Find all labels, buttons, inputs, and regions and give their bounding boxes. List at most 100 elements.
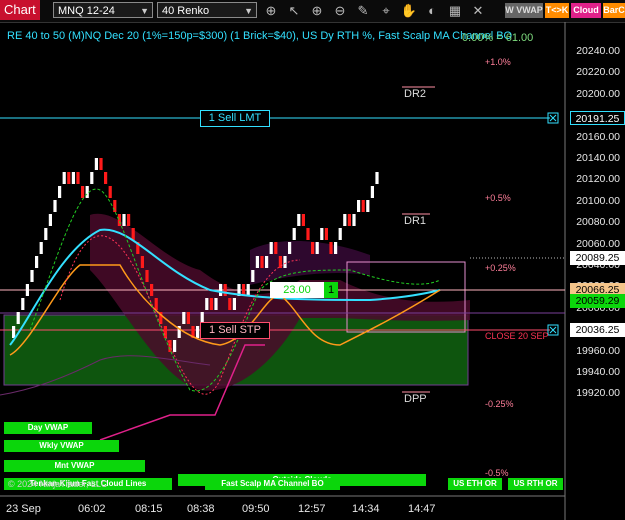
bear-brick — [163, 326, 167, 338]
sell-lmt-price-tag: 20191.25 — [570, 111, 625, 125]
sell-stp-price-tag: 20036.25 — [570, 323, 625, 337]
magnify-out-icon[interactable]: ⊖ — [331, 2, 349, 19]
grid-icon[interactable]: ▦ — [446, 2, 464, 19]
bull-brick — [16, 312, 20, 324]
x-tick: 08:38 — [187, 503, 215, 515]
bull-brick — [94, 158, 98, 170]
copyright-text: © 2024 NinjaTrader, LLC — [8, 479, 108, 489]
bear-brick — [274, 242, 278, 254]
percent-label: +0.5% — [485, 193, 511, 203]
bear-brick — [329, 242, 333, 254]
bear-brick — [81, 186, 85, 198]
x-tick: 09:50 — [242, 503, 270, 515]
bull-brick — [48, 214, 52, 226]
y-tick: 20200.00 — [576, 87, 620, 100]
y-tick: 19960.00 — [576, 344, 620, 357]
bull-brick — [25, 284, 29, 296]
percent-label: -0.25% — [485, 399, 514, 409]
bull-brick — [343, 214, 347, 226]
x-tick: 12:57 — [298, 503, 326, 515]
chart-menu-button[interactable]: Chart — [0, 0, 40, 20]
sell-stp-order[interactable]: 1 Sell STP — [200, 322, 270, 339]
hide-icon[interactable]: ◐ — [423, 2, 441, 19]
toolbar: Chart MNQ 12-24 ▼ 40 Renko ▼ ⊕ ↖ ⊕ ⊖ ✎ ⌖… — [0, 0, 625, 23]
bear-brick — [67, 172, 71, 184]
bear-brick — [104, 172, 108, 184]
percent-label: -0.5% — [485, 468, 509, 478]
bull-brick — [265, 256, 269, 268]
y-tick: 20060.00 — [576, 237, 620, 250]
bull-brick — [366, 200, 370, 212]
bear-brick — [228, 298, 232, 310]
bull-brick — [53, 200, 57, 212]
position-qty[interactable]: 1 — [324, 282, 338, 298]
bull-brick — [219, 284, 223, 296]
sell-lmt-order[interactable]: 1 Sell LMT — [200, 110, 270, 127]
y-tick: 20160.00 — [576, 130, 620, 143]
bear-brick — [99, 158, 103, 170]
bear-brick — [76, 172, 80, 184]
bear-brick — [140, 256, 144, 268]
x-tick: 08:15 — [135, 503, 163, 515]
wkly-vwap-label: Wkly VWAP — [4, 440, 119, 452]
x-tick: 14:47 — [408, 503, 436, 515]
indicators-icon[interactable]: ✕ — [469, 2, 487, 19]
bull-brick — [338, 228, 342, 240]
bear-brick — [186, 312, 190, 324]
percent-label: +1.0% — [485, 57, 511, 67]
chevron-down-icon: ▼ — [244, 6, 253, 16]
hand-icon[interactable]: ✋ — [400, 2, 418, 19]
bear-brick — [154, 298, 158, 310]
bull-brick — [246, 284, 250, 296]
bear-brick — [223, 284, 227, 296]
bull-brick — [35, 256, 39, 268]
bull-brick — [196, 326, 200, 338]
instrument-selector[interactable]: MNQ 12-24 ▼ — [53, 2, 153, 18]
pointer-icon[interactable]: ↖ — [285, 2, 303, 19]
dr2-label: DR2 — [404, 88, 427, 100]
bear-brick — [260, 256, 264, 268]
bull-brick — [182, 312, 186, 324]
barc-button[interactable]: BarC — [603, 3, 625, 18]
measure-icon[interactable]: ⌖ — [377, 2, 395, 19]
bull-brick — [297, 214, 301, 226]
bull-brick — [375, 172, 379, 184]
bear-brick — [108, 186, 112, 198]
bear-brick — [209, 298, 213, 310]
magnify-in-icon[interactable]: ⊕ — [308, 2, 326, 19]
bear-brick — [347, 214, 351, 226]
bar-type-label: 40 Renko — [162, 5, 210, 17]
chart-title: RE 40 to 50 (M)NQ Dec 20 (1%=150p=$300) … — [7, 30, 513, 42]
x-tick: 23 Sep — [6, 503, 41, 515]
bull-brick — [352, 214, 356, 226]
bear-brick — [117, 214, 121, 226]
bull-brick — [39, 242, 43, 254]
bear-brick — [278, 256, 282, 268]
bull-brick — [205, 298, 209, 310]
bull-brick — [71, 172, 75, 184]
y-tick: 20240.00 — [576, 45, 620, 57]
bull-brick — [370, 186, 374, 198]
cloud-button[interactable]: Cloud — [571, 3, 601, 18]
bull-brick — [357, 200, 361, 212]
instrument-label: MNQ 12-24 — [58, 5, 115, 17]
draw-icon[interactable]: ✎ — [354, 2, 372, 19]
bull-brick — [90, 172, 94, 184]
bull-brick — [255, 256, 259, 268]
bull-brick — [283, 256, 287, 268]
x-tick: 06:02 — [78, 503, 106, 515]
y-tick: 20080.00 — [576, 216, 620, 229]
level2-price-tag: 20059.29 — [570, 294, 625, 308]
day-vwap-label: Day VWAP — [4, 422, 92, 434]
mnt-vwap-label: Mnt VWAP — [4, 460, 145, 472]
us-rth-or-label: US RTH OR — [508, 478, 563, 490]
w-vwap-button[interactable]: W VWAP — [505, 3, 543, 18]
tk-button[interactable]: T<>K — [545, 3, 569, 18]
fast-scalp-label: Fast Scalp MA Channel BO — [205, 478, 340, 490]
bull-brick — [122, 214, 126, 226]
bear-brick — [306, 228, 310, 240]
bar-type-selector[interactable]: 40 Renko ▼ — [157, 2, 257, 18]
crosshair-icon[interactable]: ⊕ — [262, 2, 280, 19]
dpp-label: DPP — [404, 393, 427, 405]
dr1-label: DR1 — [404, 215, 427, 227]
